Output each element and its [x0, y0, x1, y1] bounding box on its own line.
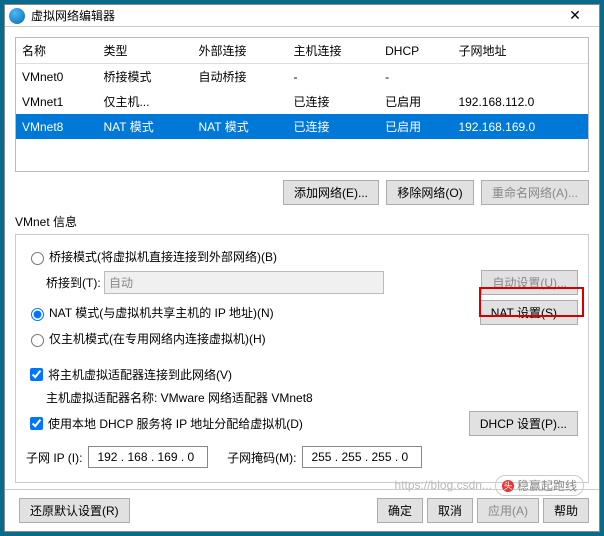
close-button[interactable]: ✕	[555, 7, 595, 24]
rename-network-button: 重命名网络(A)...	[481, 180, 589, 205]
help-button[interactable]: 帮助	[543, 498, 589, 523]
remove-network-button[interactable]: 移除网络(O)	[386, 180, 473, 205]
window-title: 虚拟网络编辑器	[31, 7, 555, 24]
bridge-label: 桥接模式(将虚拟机直接连接到外部网络)(B)	[49, 248, 277, 265]
table-row[interactable]: VMnet1仅主机...已连接已启用192.168.112.0	[16, 89, 588, 114]
connect-host-label: 将主机虚拟适配器连接到此网络(V)	[48, 366, 232, 383]
dhcp-label: 使用本地 DHCP 服务将 IP 地址分配给虚拟机(D)	[48, 415, 303, 432]
column-header[interactable]: 类型	[97, 38, 192, 64]
connect-host-checkbox[interactable]	[30, 368, 43, 381]
ok-button[interactable]: 确定	[377, 498, 423, 523]
hostonly-radio[interactable]	[31, 334, 44, 347]
bridge-radio[interactable]	[31, 252, 44, 265]
subnet-ip-label: 子网 IP (I):	[26, 449, 82, 466]
table-row[interactable]: VMnet8NAT 模式NAT 模式已连接已启用192.168.169.0	[16, 114, 588, 139]
subnet-ip-input[interactable]: 192 . 168 . 169 . 0	[88, 446, 208, 468]
column-header[interactable]: 外部连接	[192, 38, 287, 64]
column-header[interactable]: 主机连接	[288, 38, 380, 64]
hostonly-label: 仅主机模式(在专用网络内连接虚拟机)(H)	[49, 330, 266, 347]
add-network-button[interactable]: 添加网络(E)...	[283, 180, 379, 205]
dhcp-checkbox[interactable]	[30, 417, 43, 430]
network-table[interactable]: 名称类型外部连接主机连接DHCP子网地址 VMnet0桥接模式自动桥接--VMn…	[15, 37, 589, 172]
adapter-name-label: 主机虚拟适配器名称: VMware 网络适配器 VMnet8	[46, 389, 313, 406]
vmnet-info-label: VMnet 信息	[15, 213, 589, 230]
table-row[interactable]: VMnet0桥接模式自动桥接--	[16, 64, 588, 90]
nat-label: NAT 模式(与虚拟机共享主机的 IP 地址)(N)	[49, 304, 274, 321]
restore-defaults-button[interactable]: 还原默认设置(R)	[19, 498, 130, 523]
subnet-mask-label: 子网掩码(M):	[227, 449, 296, 466]
cancel-button[interactable]: 取消	[427, 498, 473, 523]
column-header[interactable]: 名称	[16, 38, 97, 64]
column-header[interactable]: DHCP	[379, 38, 452, 64]
apply-button: 应用(A)	[477, 498, 539, 523]
auto-settings-button: 自动设置(U)...	[481, 270, 578, 295]
app-icon	[9, 8, 25, 24]
nat-radio[interactable]	[31, 308, 44, 321]
bridge-select: 自动	[104, 271, 384, 294]
dhcp-settings-button[interactable]: DHCP 设置(P)...	[469, 411, 578, 436]
column-header[interactable]: 子网地址	[452, 38, 588, 64]
bridge-to-label: 桥接到(T):	[46, 274, 101, 291]
nat-settings-button[interactable]: NAT 设置(S)...	[480, 300, 578, 325]
subnet-mask-input[interactable]: 255 . 255 . 255 . 0	[302, 446, 422, 468]
